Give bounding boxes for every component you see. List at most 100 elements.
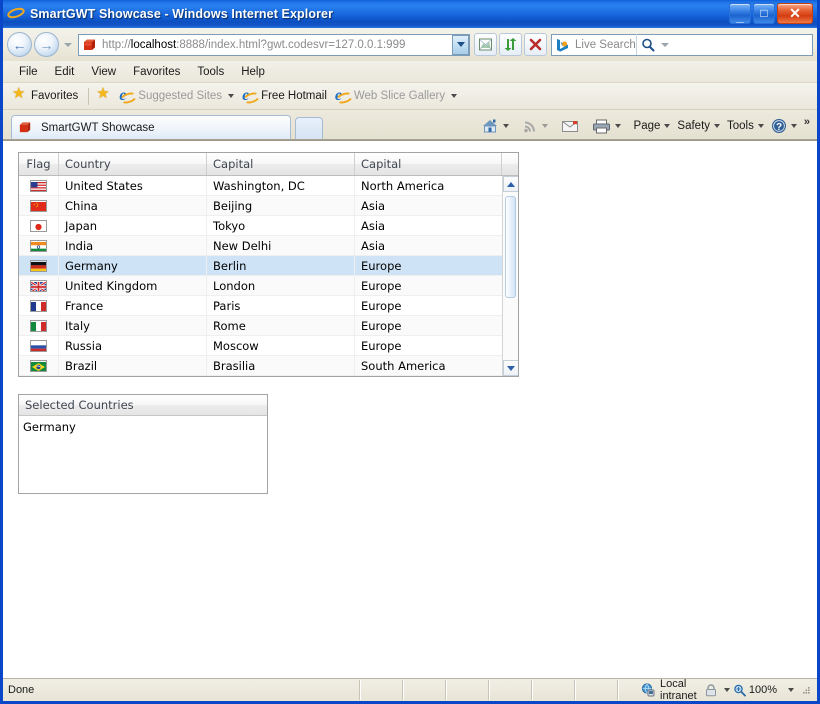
chevron-down-icon [614,124,621,128]
title-bar: e SmartGWT Showcase - Windows Internet E… [3,0,817,28]
grid-header-row: Flag Country Capital Capital [19,153,518,176]
cell-country: Germany [59,256,207,275]
flag-in-icon [30,239,47,252]
table-row[interactable]: Japan Tokyo Asia [19,216,518,236]
close-glyph: ✕ [789,5,801,21]
site-icon [82,37,98,53]
chevron-down-icon[interactable] [788,688,794,692]
menu-item-edit[interactable]: Edit [47,64,84,80]
table-row[interactable]: France Paris Europe [19,296,518,316]
favorites-item-free-hotmail[interactable]: Free Hotmail [239,86,332,105]
menu-item-help[interactable]: Help [233,64,274,80]
chevron-down-icon [541,124,548,128]
compatibility-view-icon [479,38,492,51]
tools-menu-button[interactable]: Tools [724,118,767,134]
stop-button[interactable] [524,33,547,56]
scrollbar-thumb[interactable] [505,196,516,298]
menu-item-view[interactable]: View [83,64,125,80]
flag-ru-icon [30,339,47,352]
favorites-button[interactable]: Favorites [10,86,83,104]
selected-countries-panel: Selected Countries Germany [18,394,268,494]
address-bar[interactable]: http://localhost:8888/index.html?gwt.cod… [78,33,470,56]
flag-jp-icon [30,219,47,232]
cell-continent: Asia [361,238,386,253]
flag-it-icon [30,319,47,332]
help-menu-button[interactable]: ? [768,116,800,136]
status-text: Done [8,684,35,696]
chevron-down-icon [63,42,72,47]
search-input[interactable]: Live Search [573,39,636,51]
maximize-button[interactable]: □ [753,3,775,24]
status-segment [404,680,445,700]
security-zone[interactable]: Local intranet [619,678,703,702]
table-row[interactable]: China Beijing Asia [19,196,518,216]
favorites-item-web-slice-gallery[interactable]: Web Slice Gallery [332,86,462,105]
internet-explorer-icon [335,86,350,105]
feeds-button[interactable] [519,117,551,136]
grid-body: United States Washington, DC North America… [19,176,518,376]
chevron-down-icon [714,124,721,128]
safety-menu-button[interactable]: Safety [674,118,723,134]
address-dropdown-button[interactable] [452,34,469,55]
chevron-down-icon [661,42,670,47]
add-to-favorites-bar-button[interactable] [94,86,116,104]
table-row[interactable]: United Kingdom London Europe [19,276,518,296]
table-row[interactable]: Russia Moscow Europe [19,336,518,356]
back-button[interactable]: ← [7,32,32,57]
help-icon: ? [771,119,786,133]
recent-pages-button[interactable] [61,32,74,57]
menu-item-favorites[interactable]: Favorites [125,64,189,80]
minimize-button[interactable]: _ [729,3,751,24]
cell-country: United States [59,176,207,195]
cell-continent: Asia [361,198,386,213]
cell-continent: Europe [361,338,402,353]
tab-smartgwt-showcase[interactable]: SmartGWT Showcase [11,115,291,139]
refresh-button[interactable] [499,33,522,56]
table-row[interactable]: India New Delhi Asia [19,236,518,256]
scroll-down-button[interactable] [503,360,518,376]
search-box[interactable]: Live Search [551,33,813,56]
zoom-icon[interactable] [733,684,746,697]
search-provider-dropdown[interactable] [659,34,672,55]
table-row[interactable]: Italy Rome Europe [19,316,518,336]
home-button[interactable] [478,116,512,136]
menu-item-file[interactable]: File [11,64,47,80]
print-button[interactable] [589,117,624,136]
new-tab-button[interactable] [295,117,323,139]
grid-vertical-scrollbar[interactable] [502,176,518,376]
column-header-flag[interactable]: Flag [19,153,59,175]
forward-button[interactable]: → [34,32,59,57]
status-segment [447,680,488,700]
zoom-level[interactable]: 100% [749,684,777,696]
browser-window: e SmartGWT Showcase - Windows Internet E… [0,0,820,704]
favorites-item-suggested-sites[interactable]: Suggested Sites [116,86,239,105]
site-icon [18,120,34,136]
address-text: http://localhost:8888/index.html?gwt.cod… [102,38,406,51]
cell-country: France [59,296,207,315]
read-mail-button[interactable] [558,117,582,135]
chevron-down-icon[interactable] [723,688,730,692]
resize-grip[interactable] [799,684,811,696]
cell-country: India [59,236,207,255]
column-header-continent[interactable]: Capital [355,153,502,175]
menu-item-tools[interactable]: Tools [189,64,233,80]
page-menu-button[interactable]: Page [631,118,674,134]
command-bar-overflow-button[interactable]: » [801,116,813,132]
protected-mode-icon[interactable] [703,683,719,697]
favorites-bar: Favorites Suggested Sites Free Hotmail W… [3,83,817,110]
search-button[interactable] [635,34,659,55]
minimize-glyph: _ [736,9,744,24]
table-row[interactable]: United States Washington, DC North America [19,176,518,196]
table-row[interactable]: Brazil Brasilia South America [19,356,518,376]
scroll-up-button[interactable] [503,176,518,192]
column-header-country[interactable]: Country [59,153,207,175]
cell-country: China [59,196,207,215]
close-button[interactable]: ✕ [777,3,813,24]
star-icon [12,86,27,103]
cell-continent: North America [361,178,445,193]
forward-arrow-icon: → [39,36,54,53]
table-row[interactable]: Germany Berlin Europe [19,256,518,276]
compatibility-view-button[interactable] [474,33,497,56]
chevron-down-icon [451,94,458,98]
column-header-capital[interactable]: Capital [207,153,355,175]
